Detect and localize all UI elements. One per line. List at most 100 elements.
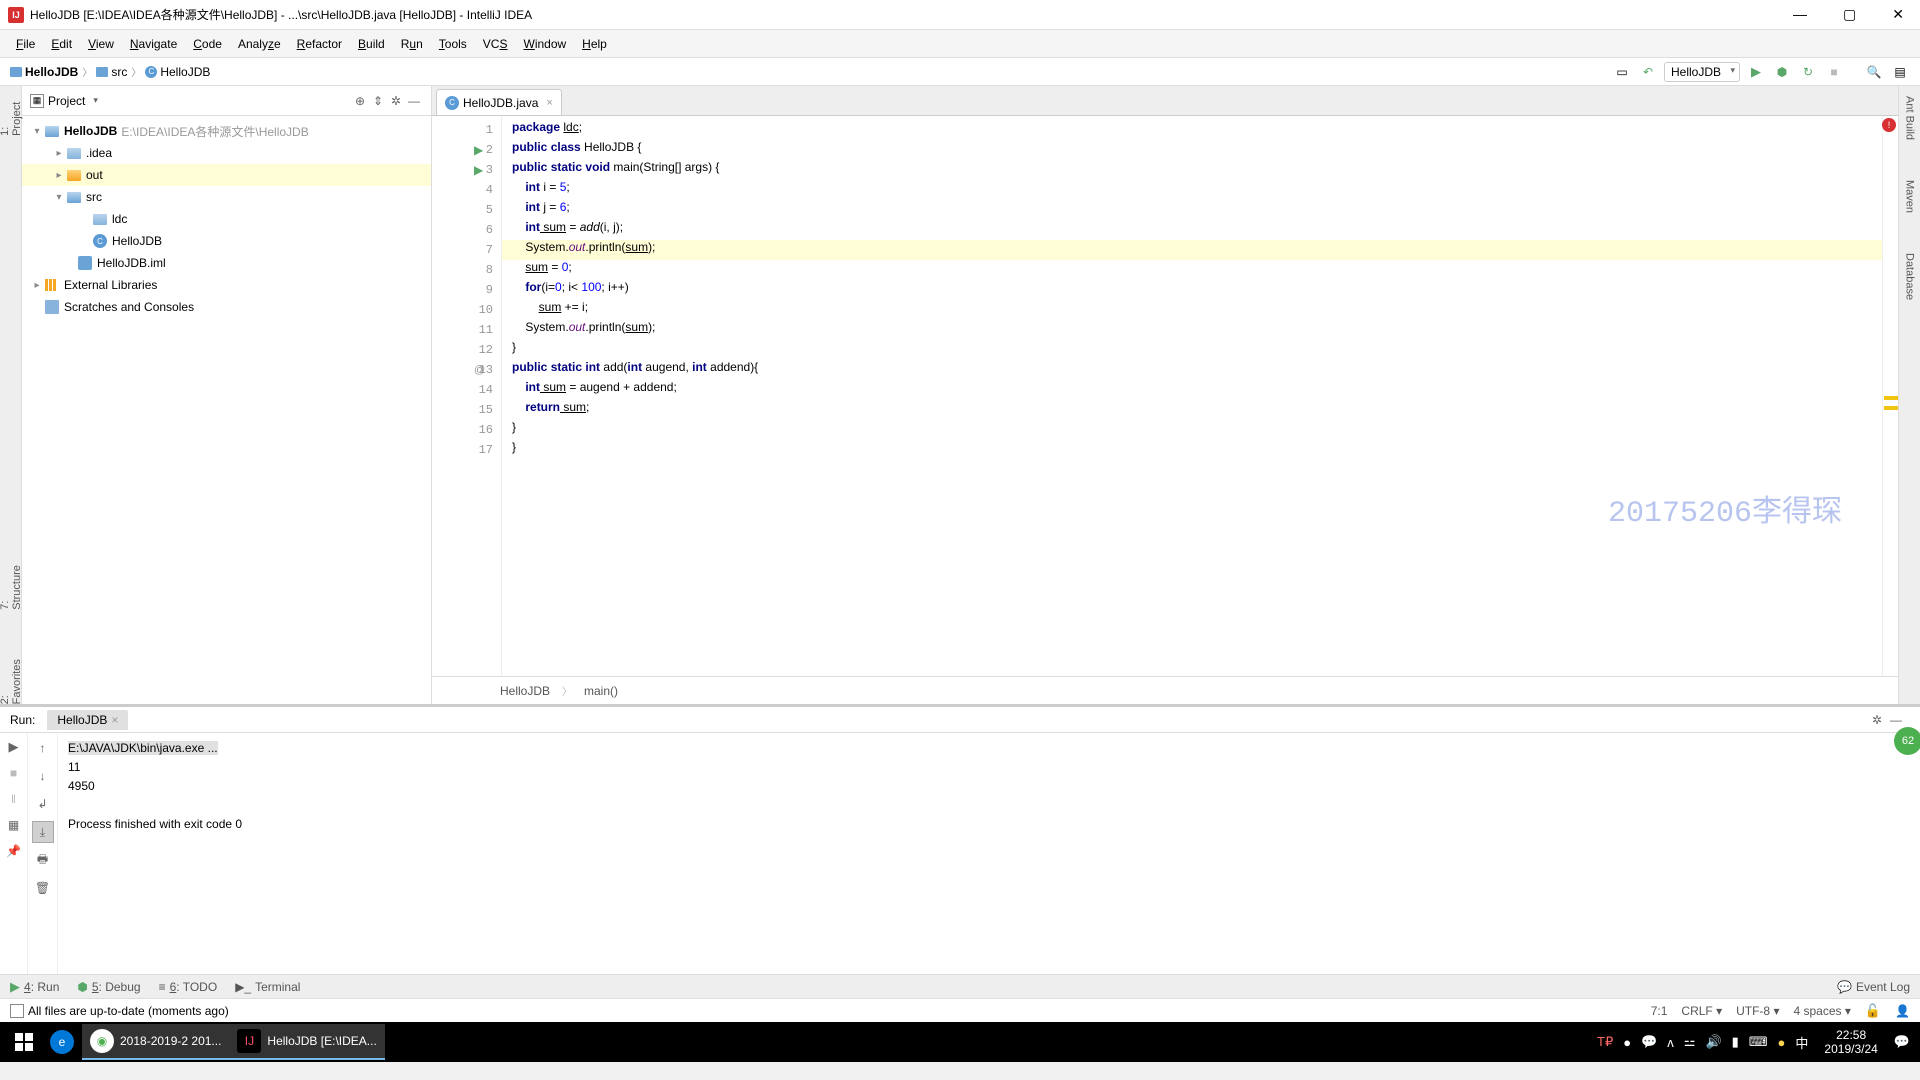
rerun-button[interactable]: ▶	[4, 737, 24, 757]
tool-run[interactable]: ▶4: Run	[10, 979, 59, 995]
run-gutter-icon[interactable]: ▶	[474, 163, 483, 177]
menu-analyze[interactable]: Analyze	[230, 33, 289, 55]
expand-icon[interactable]: ▸	[52, 170, 66, 181]
task-chrome[interactable]: ◉ 2018-2019-2 201...	[82, 1024, 229, 1060]
run-gutter-icon[interactable]: ▶	[474, 143, 483, 157]
breadcrumb-file[interactable]: CHelloJDB	[145, 65, 210, 79]
scroll-end-icon[interactable]: ⤓	[32, 821, 54, 843]
debug-button[interactable]: ⬢	[1772, 62, 1792, 82]
breadcrumb-root[interactable]: HelloJDB	[10, 65, 78, 79]
menu-tools[interactable]: Tools	[431, 33, 475, 55]
tool-structure[interactable]: 7: Structure	[0, 556, 23, 610]
expand-icon[interactable]: ▾	[52, 192, 66, 203]
coverage-button[interactable]: ↻	[1798, 62, 1818, 82]
tool-debug[interactable]: ⬢5: Debug	[77, 980, 140, 994]
line-separator[interactable]: CRLF ▾	[1681, 1004, 1722, 1018]
tree-iml[interactable]: HelloJDB.iml	[22, 252, 431, 274]
task-intellij[interactable]: IJ HelloJDB [E:\IDEA...	[229, 1024, 384, 1060]
tool-window-icon[interactable]	[10, 1004, 24, 1018]
notifications-icon[interactable]: 💬	[1894, 1034, 1910, 1050]
tool-ant[interactable]: Ant Build	[1904, 96, 1916, 140]
file-encoding[interactable]: UTF-8 ▾	[1736, 1004, 1779, 1018]
caret-position[interactable]: 7:1	[1651, 1004, 1668, 1018]
start-button[interactable]	[6, 1024, 42, 1060]
code-area[interactable]: package ldc; public class HelloJDB { pub…	[502, 116, 1882, 676]
collapse-all-icon[interactable]: ⇕	[369, 94, 387, 108]
warning-marker[interactable]	[1884, 406, 1898, 410]
editor-tab-hellojdb[interactable]: C HelloJDB.java ×	[436, 89, 562, 115]
tool-maven[interactable]: Maven	[1904, 180, 1916, 213]
tree-ldc[interactable]: ldc	[22, 208, 431, 230]
run-tab[interactable]: HelloJDB×	[47, 710, 128, 730]
keyboard-icon[interactable]: ⌨	[1749, 1034, 1768, 1050]
hide-icon[interactable]: —	[1890, 713, 1902, 727]
battery-icon[interactable]: ▮	[1732, 1034, 1739, 1050]
menu-window[interactable]: Window	[515, 33, 574, 55]
tool-event-log[interactable]: 💬Event Log	[1837, 980, 1910, 994]
error-stripe[interactable]: !	[1882, 116, 1898, 676]
annotation-icon[interactable]: @	[474, 364, 485, 376]
gear-icon[interactable]: ✲	[1872, 713, 1882, 727]
back-icon[interactable]: ↶	[1638, 62, 1658, 82]
tool-terminal[interactable]: ▶_Terminal	[235, 980, 300, 994]
expand-icon[interactable]: ▸	[52, 148, 66, 159]
readonly-lock-icon[interactable]: 🔓	[1865, 1003, 1881, 1019]
print-icon[interactable]: 🖶	[32, 849, 54, 871]
tray-icon[interactable]: ●	[1623, 1035, 1631, 1050]
structure-icon[interactable]: ▤	[1890, 62, 1910, 82]
taskbar-clock[interactable]: 22:58 2019/3/24	[1818, 1028, 1883, 1056]
menu-help[interactable]: Help	[574, 33, 615, 55]
editor-body[interactable]: 1 2▶ 3▶ 4 5 6 7 8 9 10 11 12 13@ 14 15 1…	[432, 116, 1898, 676]
scroll-to-source-icon[interactable]: ⊕	[351, 94, 369, 108]
menu-view[interactable]: View	[80, 33, 122, 55]
build-icon[interactable]: ▭	[1612, 62, 1632, 82]
tool-todo[interactable]: ≡6: TODO	[159, 980, 218, 994]
run-output[interactable]: E:\JAVA\JDK\bin\java.exe ... 11 4950 Pro…	[58, 733, 1920, 974]
stop-button[interactable]: ■	[1824, 62, 1844, 82]
tray-up-icon[interactable]: ʌ	[1667, 1035, 1674, 1050]
expand-icon[interactable]: ▾	[30, 126, 44, 137]
minimize-button[interactable]: —	[1785, 4, 1815, 25]
tray-icon[interactable]: 💬	[1641, 1034, 1657, 1050]
menu-navigate[interactable]: Navigate	[122, 33, 185, 55]
tree-src[interactable]: ▾ src	[22, 186, 431, 208]
breadcrumb-method[interactable]: main()	[584, 684, 618, 698]
lightedit-badge[interactable]: 62	[1894, 727, 1920, 755]
run-config-selector[interactable]: HelloJDB	[1664, 62, 1740, 82]
search-icon[interactable]: 🔍	[1864, 62, 1884, 82]
up-stack-icon[interactable]: ↑	[32, 737, 54, 759]
close-button[interactable]: ✕	[1884, 4, 1912, 25]
task-edge[interactable]: e	[42, 1024, 82, 1060]
settings-icon[interactable]: ✲	[387, 94, 405, 108]
down-stack-icon[interactable]: ↓	[32, 765, 54, 787]
ime-icon[interactable]: 中	[1795, 1033, 1808, 1052]
pause-button[interactable]: ‖	[4, 789, 24, 809]
menu-run[interactable]: Run	[393, 33, 431, 55]
tree-scratches[interactable]: Scratches and Consoles	[22, 296, 431, 318]
indent-config[interactable]: 4 spaces ▾	[1793, 1004, 1850, 1018]
warning-marker[interactable]	[1884, 396, 1898, 400]
menu-vcs[interactable]: VCS	[475, 33, 516, 55]
layout-button[interactable]: ▦	[4, 815, 24, 835]
inspection-icon[interactable]: 👤	[1895, 1004, 1910, 1018]
tree-root[interactable]: ▾ HelloJDBE:\IDEA\IDEA各种源文件\HelloJDB	[22, 120, 431, 142]
tool-favorites[interactable]: 2: Favorites	[0, 650, 23, 704]
tree-external-libraries[interactable]: ▸ External Libraries	[22, 274, 431, 296]
tool-project[interactable]: 1: Project	[0, 92, 23, 136]
clear-icon[interactable]: 🗑	[32, 877, 54, 899]
breadcrumb-src[interactable]: src	[96, 65, 127, 79]
run-button[interactable]: ▶	[1746, 62, 1766, 82]
menu-edit[interactable]: Edit	[43, 33, 80, 55]
tree-idea[interactable]: ▸ .idea	[22, 142, 431, 164]
wifi-icon[interactable]: ⚍	[1684, 1034, 1696, 1050]
volume-icon[interactable]: 🔊	[1705, 1034, 1721, 1050]
menu-refactor[interactable]: Refactor	[289, 33, 350, 55]
maximize-button[interactable]: ▢	[1835, 4, 1864, 25]
menu-code[interactable]: Code	[185, 33, 230, 55]
project-view-selector[interactable]: ▦Project	[30, 94, 351, 108]
hide-icon[interactable]: —	[405, 94, 423, 108]
tool-database[interactable]: Database	[1904, 253, 1916, 300]
menu-build[interactable]: Build	[350, 33, 393, 55]
close-icon[interactable]: ×	[111, 713, 118, 727]
expand-icon[interactable]: ▸	[30, 280, 44, 291]
